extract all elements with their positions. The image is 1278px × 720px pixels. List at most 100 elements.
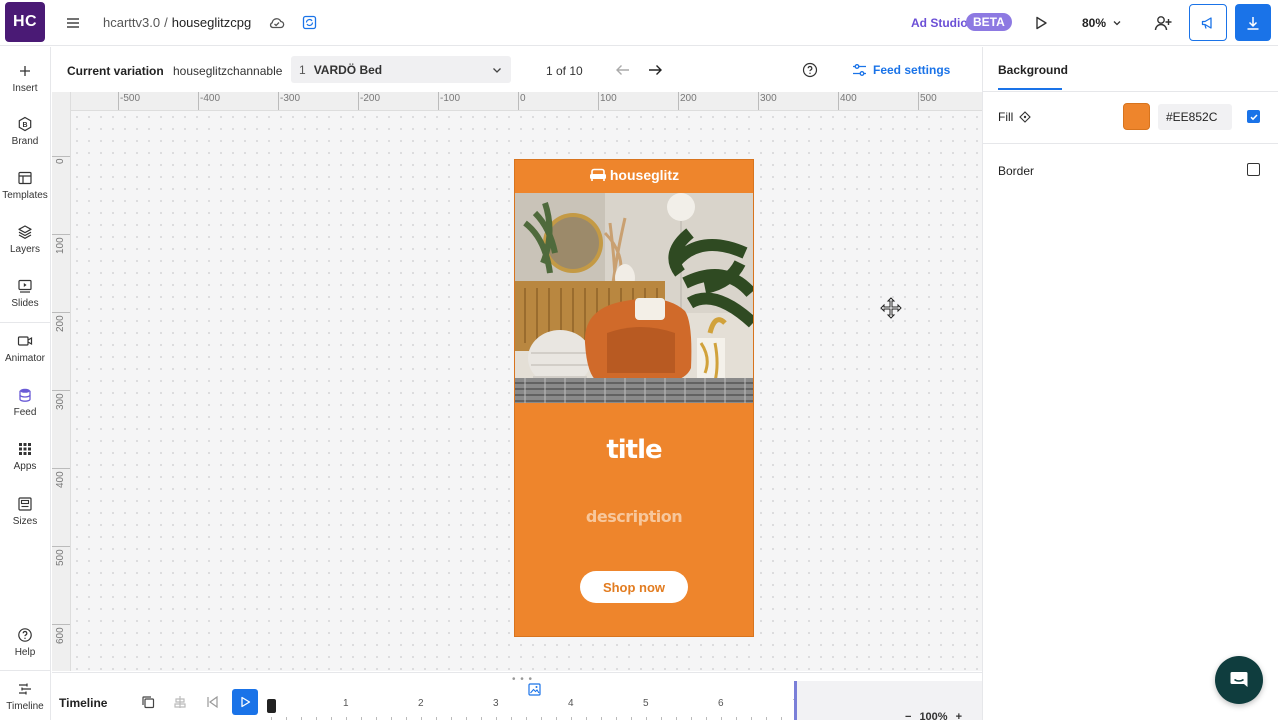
tab-background[interactable]: Background [998,63,1068,77]
ruler-label: 500 [55,549,66,566]
ruler-tick [678,92,679,110]
diamond-icon[interactable] [1019,111,1032,123]
sidebar-item-timeline[interactable]: Timeline [0,681,50,712]
breadcrumb-project[interactable]: houseglitzcpg [172,15,252,30]
ad-studio-label[interactable]: Ad Studio [911,16,968,30]
sizes-icon [18,497,32,511]
ruler-label: -400 [200,93,221,104]
support-chat-button[interactable] [1215,656,1263,704]
border-label: Border [998,164,1035,178]
sidebar-divider [0,670,50,671]
ad-cta-button[interactable]: Shop now [580,571,688,603]
preview-play-button[interactable] [1032,14,1050,32]
sidebar-item-animator[interactable]: Animator [0,333,50,364]
download-button[interactable] [1235,4,1271,41]
ruler-label: 200 [55,315,66,332]
slides-icon [18,279,32,293]
feed-settings-label: Feed settings [873,63,951,77]
ruler-tick [118,92,119,110]
variation-select[interactable]: 1 VARDÖ Bed [291,56,511,83]
publish-button[interactable] [1189,4,1227,41]
sidebar-item-label: Slides [11,298,39,309]
ad-title[interactable]: title [515,435,753,465]
sync-icon[interactable] [302,15,317,30]
timeline-tick: 4 [568,698,574,709]
zoom-out-button[interactable]: − [905,711,911,720]
sidebar-item-apps[interactable]: Apps [0,441,50,472]
timeline-tick: 1 [343,698,349,709]
sidebar-item-label: Layers [9,244,40,255]
sidebar-item-brand[interactable]: B Brand [0,116,50,147]
app-logo[interactable]: HC [5,2,45,42]
menu-icon[interactable] [64,14,82,32]
ruler-tick [52,624,70,625]
sidebar-item-help[interactable]: Help [0,627,50,658]
check-icon [1249,113,1258,120]
fill-color-swatch[interactable] [1123,103,1150,130]
sidebar-item-label: Insert [12,83,38,94]
chevron-down-icon [493,67,501,73]
ruler-label: -500 [120,93,141,104]
timeline-end-marker[interactable] [794,681,797,720]
timeline-zoom: − 100% + [905,711,962,720]
ruler-tick [198,92,199,110]
timeline-tick: 6 [718,698,724,709]
ruler-tick [52,390,70,391]
sidebar-item-slides[interactable]: Slides [0,278,50,309]
ruler-label: 500 [920,93,937,104]
ruler-label: 200 [680,93,697,104]
ruler-label: 300 [55,393,66,410]
add-user-icon[interactable] [1153,13,1173,33]
sidebar-item-layers[interactable]: Layers [0,224,50,255]
zoom-value: 80% [1082,16,1107,30]
sidebar-item-label: Animator [4,353,45,364]
duplicate-icon[interactable] [141,695,155,709]
fill-row-label: Fill [998,110,1032,124]
ad-creative[interactable]: houseglitz title description Shop now [514,159,754,637]
ruler-tick [758,92,759,110]
arrow-left-icon[interactable] [615,63,631,77]
sidebar-item-label: Timeline [6,701,44,712]
sidebar-item-label: Sizes [12,516,38,527]
image-icon[interactable] [528,683,541,696]
arrow-right-icon[interactable] [647,63,663,77]
fill-hex-input[interactable]: #EE852C [1158,104,1232,130]
ad-brand-name: houseglitz [609,167,680,183]
help-icon[interactable] [802,62,818,78]
properties-panel: Background Fill #EE852C Border [982,47,1278,720]
ruler-label: -100 [440,93,461,104]
sidebar-item-label: Apps [13,461,37,472]
design-canvas[interactable]: houseglitz title description Shop now [71,111,982,671]
ruler-label: 400 [55,471,66,488]
sidebar-item-label: Help [14,647,36,658]
ruler-label: 400 [840,93,857,104]
ruler-label: 100 [600,93,617,104]
timeline-zoom-value: 100% [919,711,948,720]
ruler-label: 100 [55,237,66,254]
ad-description[interactable]: description [515,507,753,526]
timeline-play-button[interactable] [232,689,258,715]
timeline-tick: 2 [418,698,424,709]
zoom-in-button[interactable]: + [956,711,962,720]
skip-to-start-icon[interactable] [205,695,219,709]
sidebar-item-insert[interactable]: Insert [0,63,50,94]
feed-settings-button[interactable]: Feed settings [852,63,950,77]
sidebar-item-sizes[interactable]: Sizes [0,496,50,527]
fill-enabled-checkbox[interactable] [1247,110,1260,123]
zoom-select[interactable]: 80% [1082,16,1122,30]
ruler-label: 0 [55,158,66,164]
megaphone-icon [1201,16,1212,29]
align-icon[interactable] [173,695,187,709]
border-enabled-checkbox[interactable] [1247,163,1260,176]
ad-product-image[interactable] [515,193,753,403]
timeline-icon [19,683,31,695]
playhead[interactable] [267,699,276,713]
ruler-tick [598,92,599,110]
ad-brand-logo[interactable]: houseglitz [515,167,753,183]
breadcrumb-account[interactable]: hcarttv3.0 [103,15,160,30]
channel-name[interactable]: houseglitzchannable [173,64,282,78]
sidebar-item-label: Templates [2,190,48,201]
chevron-down-icon [1113,21,1121,26]
sidebar-item-feed[interactable]: Feed [0,387,50,418]
sidebar-item-templates[interactable]: Templates [0,170,50,201]
